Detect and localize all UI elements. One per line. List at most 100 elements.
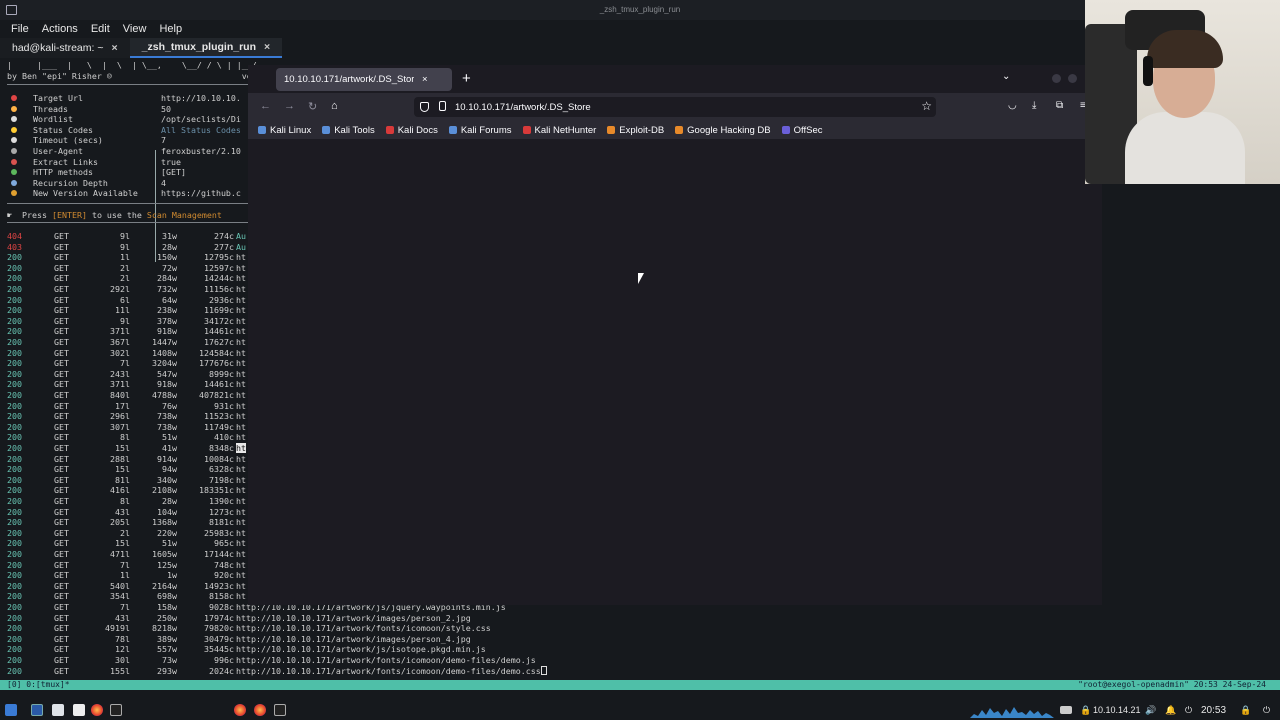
terminal-icon[interactable] bbox=[110, 704, 122, 716]
result-url: ht bbox=[236, 262, 246, 273]
url-text[interactable]: 10.10.10.171/artwork/.DS_Store bbox=[455, 102, 591, 113]
result-words: 76w bbox=[162, 400, 177, 411]
bookmark-item[interactable]: Kali Forums bbox=[448, 125, 512, 136]
result-url: http://10.10.10.171/artwork/fonts/icomoo… bbox=[236, 623, 491, 634]
menu-view[interactable]: View bbox=[123, 23, 147, 35]
extensions-icon[interactable]: ⧉ bbox=[1056, 100, 1063, 111]
tmux-window-list[interactable]: [0] 0:[tmux]* bbox=[7, 680, 70, 689]
result-chars: 277c bbox=[214, 241, 234, 252]
menu-edit[interactable]: Edit bbox=[91, 23, 110, 35]
terminal-tab-home[interactable]: had@kali-stream: ~ × bbox=[0, 38, 130, 58]
browser-tab[interactable]: 10.10.10.171/artwork/.DS_Store × bbox=[276, 68, 452, 91]
result-url: http://10.10.10.171/artwork/fonts/icomoo… bbox=[236, 655, 536, 665]
result-url: ht bbox=[236, 294, 246, 305]
chevron-down-icon[interactable]: ⌄ bbox=[1002, 71, 1010, 82]
menu-help[interactable]: Help bbox=[159, 23, 182, 35]
result-lines: 2l bbox=[120, 273, 130, 284]
file-manager-icon[interactable] bbox=[52, 704, 64, 716]
download-icon[interactable]: ⤓ bbox=[1032, 100, 1036, 111]
result-words: 1408w bbox=[152, 347, 177, 358]
result-chars: 17144c bbox=[204, 549, 234, 559]
result-url: ht bbox=[236, 390, 246, 400]
reload-icon[interactable]: ↻ bbox=[308, 100, 317, 113]
result-status: 200 bbox=[7, 633, 22, 644]
shield-icon[interactable] bbox=[420, 102, 429, 112]
show-desktop-icon[interactable] bbox=[31, 704, 43, 716]
terminal-task-icon[interactable] bbox=[274, 704, 286, 716]
result-words: 250w bbox=[157, 612, 177, 623]
result-url: ht bbox=[236, 411, 246, 422]
result-method: GET bbox=[54, 411, 69, 422]
result-url: ht bbox=[236, 464, 246, 475]
result-lines: 43l bbox=[115, 506, 130, 517]
maximize-button[interactable] bbox=[1068, 74, 1077, 83]
page-content[interactable] bbox=[248, 140, 1102, 605]
result-method: GET bbox=[54, 315, 69, 326]
bell-icon[interactable]: 🔔 bbox=[1165, 705, 1176, 716]
star-icon[interactable]: ☆ bbox=[921, 99, 932, 113]
result-words: 1368w bbox=[152, 517, 177, 528]
result-words: 557w bbox=[157, 644, 177, 655]
result-words: 150w bbox=[157, 252, 177, 263]
result-status: 200 bbox=[7, 570, 22, 581]
bookmark-item[interactable]: Kali Tools bbox=[322, 125, 375, 136]
insecure-lock-icon[interactable] bbox=[439, 101, 446, 111]
result-url: ht bbox=[236, 496, 246, 506]
minimize-button[interactable] bbox=[1052, 74, 1061, 83]
menu-file[interactable]: File bbox=[11, 23, 29, 35]
pocket-icon[interactable]: ◡ bbox=[1008, 100, 1017, 111]
firefox-task-icon[interactable] bbox=[234, 704, 246, 716]
lock-screen-icon[interactable]: 🔒 bbox=[1240, 705, 1251, 716]
firefox-task-icon[interactable] bbox=[254, 704, 266, 716]
result-lines: 43l bbox=[115, 612, 130, 623]
home-icon[interactable]: ⌂ bbox=[331, 100, 338, 112]
result-status: 200 bbox=[7, 358, 22, 369]
result-status: 200 bbox=[7, 284, 22, 294]
result-url: ht bbox=[236, 570, 246, 581]
config-value: All Status Codes bbox=[161, 124, 241, 135]
terminal-tab-active[interactable]: _zsh_tmux_plugin_run × bbox=[129, 38, 283, 58]
divider bbox=[7, 84, 252, 85]
url-bar[interactable]: 10.10.10.171/artwork/.DS_Store ☆ bbox=[414, 97, 936, 117]
config-label: Threads bbox=[33, 103, 68, 114]
bookmark-item[interactable]: Exploit-DB bbox=[607, 125, 664, 136]
bookmark-favicon-icon bbox=[675, 126, 684, 134]
result-lines: 296l bbox=[110, 411, 130, 422]
bookmark-item[interactable]: Google Hacking DB bbox=[675, 125, 771, 136]
result-chars: 34172c bbox=[204, 315, 234, 326]
firefox-icon[interactable] bbox=[91, 704, 103, 716]
logout-icon[interactable]: ⏻ bbox=[1263, 705, 1270, 716]
bookmark-item[interactable]: Kali Docs bbox=[385, 125, 438, 136]
forward-arrow-icon[interactable]: → bbox=[284, 100, 295, 112]
close-icon[interactable]: × bbox=[422, 74, 428, 85]
config-label: User-Agent bbox=[33, 146, 83, 156]
bookmark-item[interactable]: Kali NetHunter bbox=[522, 124, 597, 136]
network-icon[interactable] bbox=[1060, 706, 1072, 714]
result-words: 293w bbox=[157, 665, 177, 676]
result-chars: 1390c bbox=[209, 496, 234, 506]
bookmark-label: Kali NetHunter bbox=[534, 124, 597, 136]
power-icon[interactable]: ⏻ bbox=[1185, 705, 1192, 716]
speaker-icon[interactable]: 🔊 bbox=[1145, 705, 1156, 716]
result-url: ht bbox=[236, 559, 246, 570]
bookmark-item[interactable]: Kali Linux bbox=[258, 125, 311, 136]
close-icon[interactable]: × bbox=[264, 41, 270, 53]
back-arrow-icon[interactable]: ← bbox=[260, 100, 271, 112]
result-chars: 11749c bbox=[204, 421, 234, 432]
menu-actions[interactable]: Actions bbox=[42, 23, 78, 35]
result-method: GET bbox=[54, 506, 69, 517]
config-value: https://github.c bbox=[161, 188, 241, 199]
result-url: ht bbox=[236, 337, 246, 347]
result-lines: 7l bbox=[120, 358, 130, 369]
result-status: 200 bbox=[7, 665, 22, 676]
result-words: 8218w bbox=[152, 623, 177, 634]
result-words: 64w bbox=[162, 294, 177, 305]
config-label: Wordlist bbox=[33, 114, 73, 125]
kali-menu-icon[interactable] bbox=[5, 704, 17, 716]
close-icon[interactable]: × bbox=[112, 42, 118, 54]
bookmark-item[interactable]: OffSec bbox=[781, 125, 822, 136]
result-row: 200 GET 12l 557w 35445c http://10.10.10.171/a… bbox=[7, 644, 767, 655]
text-editor-icon[interactable] bbox=[73, 704, 85, 716]
new-tab-button[interactable]: + bbox=[462, 70, 471, 87]
result-status: 200 bbox=[7, 527, 22, 538]
